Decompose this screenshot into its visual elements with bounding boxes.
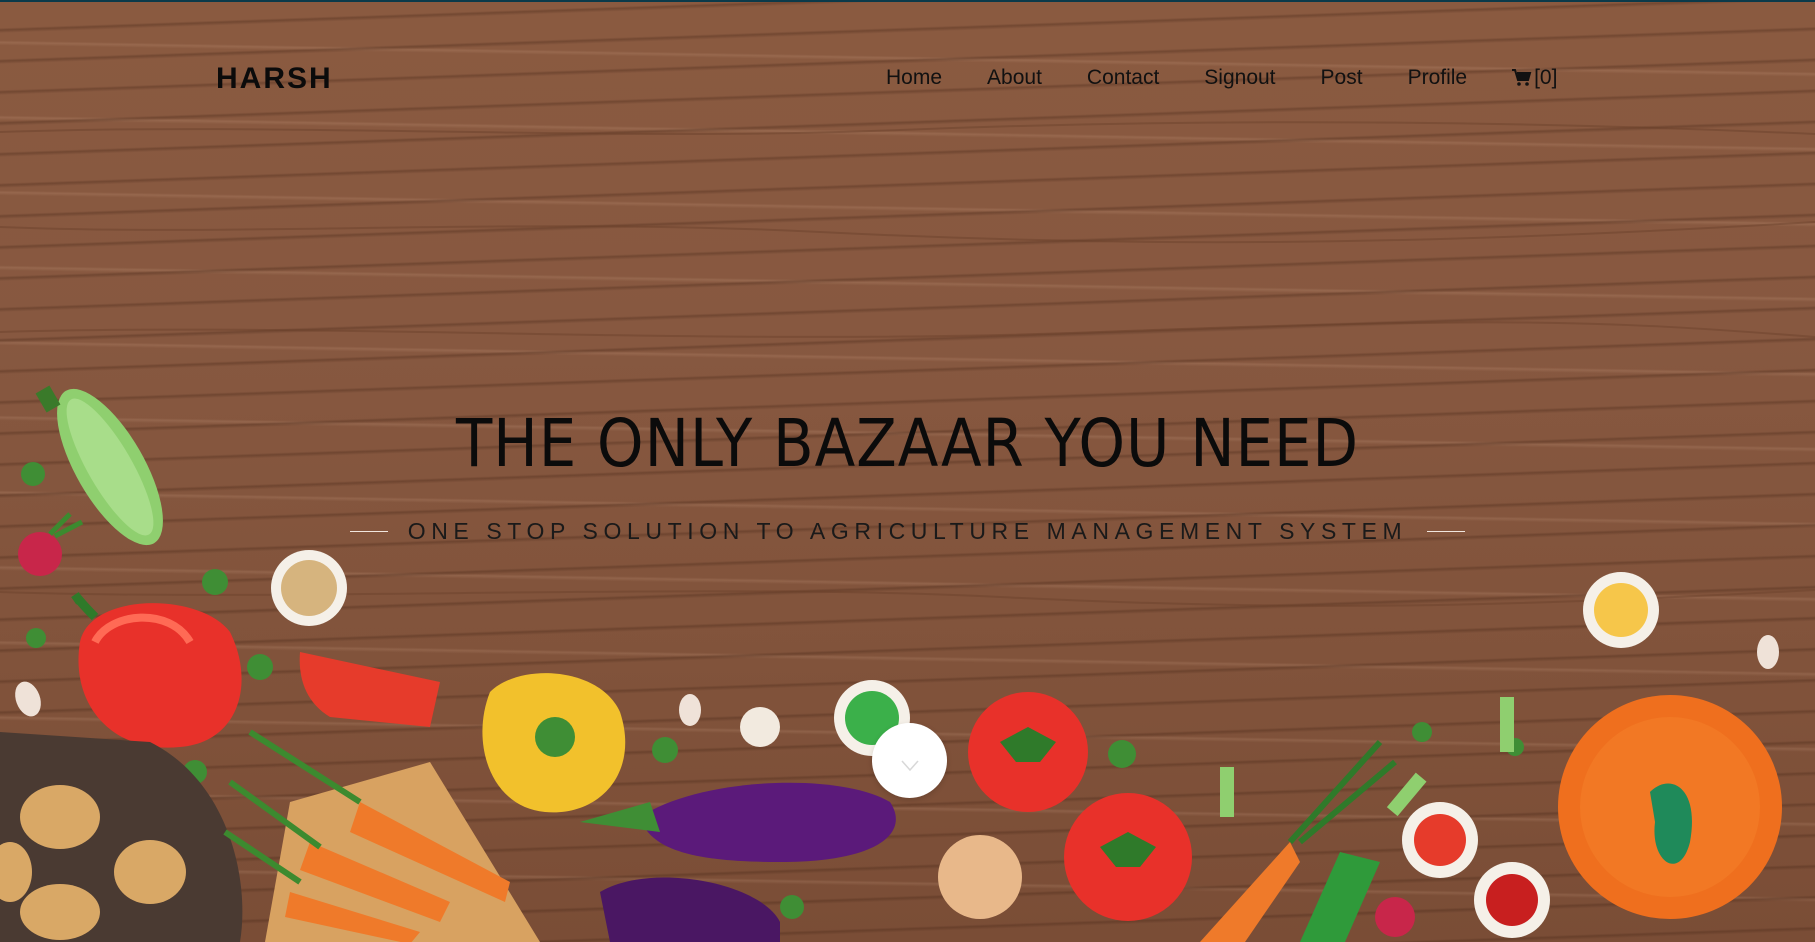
nav-post[interactable]: Post [1321, 66, 1363, 90]
cart-count: [0] [1534, 66, 1558, 89]
nav-signout[interactable]: Signout [1204, 66, 1275, 90]
brand-logo[interactable]: HARSH [216, 62, 333, 96]
nav-home[interactable]: Home [886, 66, 942, 90]
hero-section: HARSH Home About Contact Signout Post Pr… [0, 2, 1815, 942]
hero-subtitle: ONE STOP SOLUTION TO AGRICULTURE MANAGEM… [407, 518, 1408, 544]
subtitle-left-divider [349, 531, 388, 532]
cart-icon [1512, 69, 1532, 86]
main-nav: Home About Contact Signout Post Profile … [886, 66, 1557, 90]
chevron-down-icon [900, 760, 919, 771]
hero-title: THE ONLY BAZAAR YOU NEED [455, 405, 1360, 482]
nav-contact[interactable]: Contact [1087, 66, 1159, 90]
nav-cart[interactable]: [0] [1512, 66, 1557, 90]
nav-profile[interactable]: Profile [1408, 66, 1468, 90]
subtitle-right-divider [1427, 531, 1466, 532]
scroll-down-button[interactable] [872, 723, 947, 798]
hero-subtitle-row: ONE STOP SOLUTION TO AGRICULTURE MANAGEM… [0, 518, 1815, 545]
nav-about[interactable]: About [987, 66, 1042, 90]
